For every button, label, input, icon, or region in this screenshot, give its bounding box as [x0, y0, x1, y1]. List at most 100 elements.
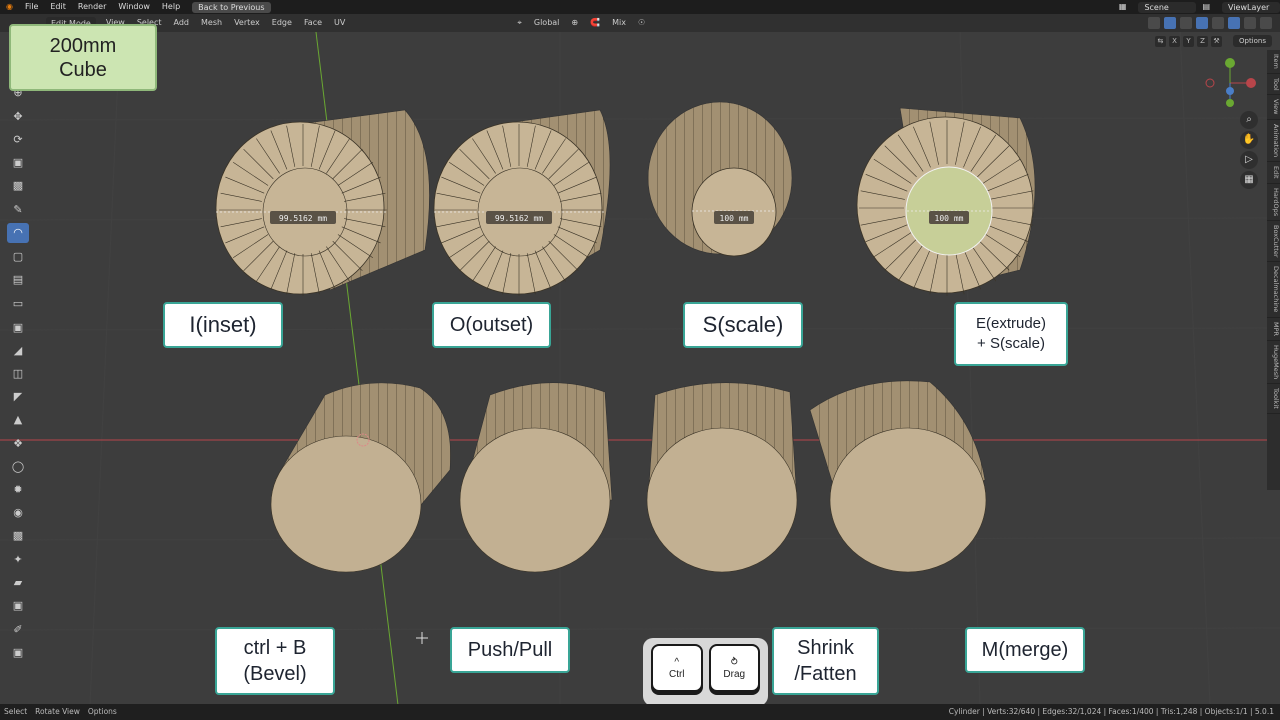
face-tool-icon[interactable]: ▰: [7, 572, 29, 592]
scale-tool-icon[interactable]: ▣: [7, 152, 29, 172]
pan-hand-icon[interactable]: ✋: [1240, 131, 1258, 149]
axis-x-toggle[interactable]: X: [1168, 35, 1180, 47]
add-cube-tool-icon[interactable]: ▢: [7, 247, 29, 267]
inset-tool-icon[interactable]: ▣: [7, 317, 29, 337]
view-layer-field[interactable]: ViewLayer: [1222, 1, 1280, 13]
sidebar-tab-edit[interactable]: Edit: [1267, 162, 1280, 184]
menu-uv[interactable]: UV: [328, 14, 351, 32]
viewport[interactable]: 99.5162 mm 99.5162 mm 100 mm 100 mm: [0, 0, 1280, 720]
outset-label: O(outset): [432, 302, 551, 348]
extrude-scale-label: E(extrude) + S(scale): [954, 302, 1068, 366]
transform-orientation-icon[interactable]: ⌖: [511, 14, 528, 32]
smooth-tool-icon[interactable]: ◯: [7, 456, 29, 476]
cylinder-outset: 99.5162 mm: [433, 109, 611, 296]
sidebar-tab-item[interactable]: Item: [1267, 50, 1280, 74]
cube-tool-icon[interactable]: ▣: [7, 595, 29, 615]
axis-y-toggle[interactable]: Y: [1182, 35, 1194, 47]
orientation-selector[interactable]: Global: [528, 14, 566, 32]
measurement-label: 100 mm: [720, 214, 749, 223]
snap-icon[interactable]: 🧲: [584, 14, 606, 32]
rip-tool-icon[interactable]: ✦: [7, 549, 29, 569]
solid-shading-icon[interactable]: [1228, 17, 1240, 29]
menu-edge[interactable]: Edge: [266, 14, 298, 32]
transform-tool-icon[interactable]: ▩: [7, 176, 29, 196]
sidebar-tab-tool[interactable]: Tool: [1267, 74, 1280, 96]
extrude-tool-icon[interactable]: ▭: [7, 294, 29, 314]
navigation-gizmo[interactable]: [1205, 58, 1256, 107]
annotate-tool-icon[interactable]: ✎: [7, 200, 29, 220]
viewport-header: Edit Mode View Select Add Mesh Vertex Ed…: [0, 14, 1280, 32]
drag-key: ⥁ Drag: [708, 644, 760, 692]
viewport-subheader: ⇆ X Y Z ⚒ Options: [1154, 34, 1272, 48]
blender-logo-icon[interactable]: ◉: [0, 0, 19, 14]
bevel-tool-icon[interactable]: ◢: [7, 340, 29, 360]
shear-tool-icon[interactable]: ▩: [7, 526, 29, 546]
scale-label: S(scale): [683, 302, 803, 348]
menu-render[interactable]: Render: [72, 0, 112, 14]
poly-build-tool-icon[interactable]: ▲: [7, 410, 29, 430]
camera-view-icon[interactable]: ▷: [1240, 151, 1258, 169]
sidebar-tab-mpr[interactable]: MPR: [1267, 318, 1280, 341]
rendered-shading-icon[interactable]: [1260, 17, 1272, 29]
menu-mesh[interactable]: Mesh: [195, 14, 228, 32]
menu-vertex[interactable]: Vertex: [228, 14, 266, 32]
mirror-icon[interactable]: ⇆: [1154, 35, 1166, 47]
ctrl-key-label: Ctrl: [668, 668, 685, 680]
xray-toggle-icon[interactable]: [1196, 17, 1208, 29]
spin-tool-icon[interactable]: ❖: [7, 433, 29, 453]
cylinder-inset: 99.5162 mm: [215, 109, 430, 296]
options-button[interactable]: Options: [1232, 35, 1272, 47]
menu-window[interactable]: Window: [112, 0, 156, 14]
material-shading-icon[interactable]: [1244, 17, 1256, 29]
move-tool-icon[interactable]: ✥: [7, 106, 29, 126]
edge-slide-tool-icon[interactable]: ✹: [7, 479, 29, 499]
drag-key-label: Drag: [723, 668, 746, 680]
gizmo-neg-x-icon: [1205, 78, 1215, 88]
inset-label: I(inset): [163, 302, 283, 348]
gizmo-y-icon: [1225, 58, 1235, 68]
cylinder-scale: 100 mm: [647, 101, 793, 257]
sidebar-tab-view[interactable]: View: [1267, 95, 1280, 120]
sidebar-tab-animation[interactable]: Animation: [1267, 120, 1280, 163]
sidebar-tab-boxcutter[interactable]: BoxCutter: [1267, 221, 1280, 263]
loop-cut-tool-icon[interactable]: ◫: [7, 364, 29, 384]
cylinder-extrude-scale: 100 mm: [856, 107, 1036, 296]
menu-add[interactable]: Add: [168, 14, 196, 32]
image-tool-icon[interactable]: ▣: [7, 643, 29, 663]
add-object-tool-icon[interactable]: ▤: [7, 270, 29, 290]
menu-edit[interactable]: Edit: [44, 0, 72, 14]
measurement-label: 99.5162 mm: [279, 214, 327, 223]
scene-field[interactable]: Scene: [1138, 1, 1197, 13]
shrink-fatten-tool-icon[interactable]: ◉: [7, 503, 29, 523]
mouse-drag-icon: ⥁: [730, 656, 738, 668]
visibility-icon[interactable]: [1148, 17, 1160, 29]
status-options: Options: [87, 707, 117, 716]
overlay-toggle-icon[interactable]: [1180, 17, 1192, 29]
axis-z-toggle[interactable]: Z: [1196, 35, 1208, 47]
snap-mode-selector[interactable]: Mix: [606, 14, 632, 32]
cursor-crosshair-icon: [416, 632, 428, 644]
wrench-icon[interactable]: ⚒: [1210, 35, 1222, 47]
wireframe-shading-icon[interactable]: [1212, 17, 1224, 29]
cylinder-shrink-fatten: [646, 382, 798, 573]
zoom-icon[interactable]: ⌕: [1240, 111, 1258, 129]
pen-tool-icon[interactable]: ✐: [7, 619, 29, 639]
back-to-previous-button[interactable]: Back to Previous: [192, 1, 271, 13]
sidebar-tab-toolkit[interactable]: Toolkit: [1267, 384, 1280, 414]
proportional-edit-icon[interactable]: ☉: [632, 14, 651, 32]
menu-help[interactable]: Help: [156, 0, 186, 14]
knife-tool-icon[interactable]: ◤: [7, 387, 29, 407]
measure-tool-icon[interactable]: ◠: [7, 222, 29, 243]
scene-statistics: Cylinder | Verts:32/640 | Edges:32/1,024…: [948, 707, 1274, 716]
rotate-tool-icon[interactable]: ⟳: [7, 129, 29, 149]
sidebar-tab-decalmachine[interactable]: Decalmachine: [1267, 262, 1280, 318]
sidebar-tab-hugemesh[interactable]: HugeMesh: [1267, 341, 1280, 384]
gizmo-toggle-icon[interactable]: [1164, 17, 1176, 29]
sidebar-tabs: Item Tool View Animation Edit HardOps Bo…: [1267, 50, 1280, 490]
measurement-label: 99.5162 mm: [495, 214, 543, 223]
pivot-icon[interactable]: ⊕: [565, 14, 584, 32]
sidebar-tab-hardops[interactable]: HardOps: [1267, 184, 1280, 221]
menu-face[interactable]: Face: [298, 14, 328, 32]
menu-file[interactable]: File: [19, 0, 44, 14]
perspective-grid-icon[interactable]: ▦: [1240, 171, 1258, 189]
